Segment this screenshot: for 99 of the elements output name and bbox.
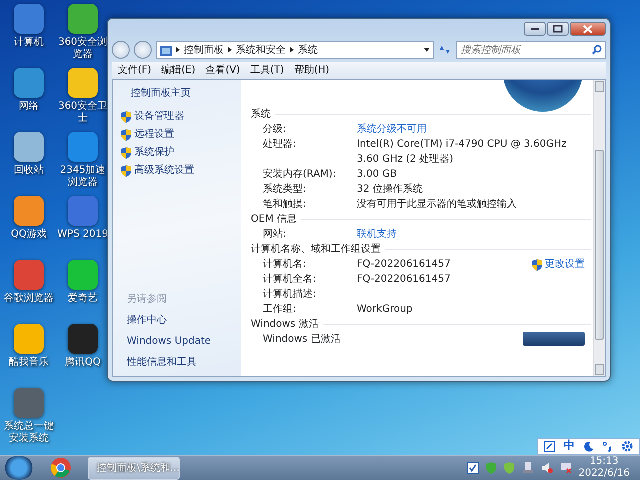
forward-button[interactable] xyxy=(134,41,152,59)
icon-label[interactable]: QQ游戏 xyxy=(2,229,56,241)
icon-label[interactable]: 谷歌浏览器 xyxy=(2,293,56,305)
app-icon[interactable] xyxy=(14,68,44,98)
sidebar-link[interactable]: 控制面板主页 xyxy=(131,86,241,101)
checkbox-icon[interactable] xyxy=(466,462,479,474)
sidebar-link[interactable]: 系统保护 xyxy=(121,145,241,160)
minimize-icon xyxy=(530,27,540,31)
field-value: 32 位操作系统 xyxy=(357,182,424,197)
close-button[interactable] xyxy=(570,22,606,36)
breadcrumb-item[interactable]: 系统和安全 xyxy=(236,42,286,58)
shield-icon xyxy=(532,258,543,270)
icon-label[interactable]: 爱奇艺 xyxy=(56,293,110,305)
field-label: 计算机名: xyxy=(263,258,308,272)
field-label: 笔和触摸: xyxy=(263,198,308,212)
network-icon[interactable] xyxy=(522,462,534,474)
maximize-icon xyxy=(553,25,563,33)
status-text: Windows 已激活 xyxy=(263,333,341,347)
icon-label[interactable]: 360安全卫士 xyxy=(56,101,110,125)
field-label: 分级: xyxy=(263,123,288,137)
field-value: Intel(R) Core(TM) i7-4790 CPU @ 3.60GHz 3.60 GHz (2 处理器) xyxy=(357,138,568,167)
menu-item[interactable]: 编辑(E) xyxy=(162,63,196,78)
search-field[interactable]: 搜索控制面板 xyxy=(456,41,606,59)
monitor-icon[interactable] xyxy=(560,462,572,474)
app-icon[interactable] xyxy=(68,260,98,290)
sidebar-link[interactable]: 远程设置 xyxy=(121,127,241,142)
app-icon[interactable] xyxy=(68,324,98,354)
link[interactable]: 联机支持 xyxy=(357,227,397,242)
start-button[interactable] xyxy=(4,456,34,480)
field-label: 计算机全名: xyxy=(263,272,318,287)
sidebar-link[interactable]: 操作中心 xyxy=(127,313,241,328)
close-icon xyxy=(583,24,593,34)
menu-item[interactable]: 查看(V) xyxy=(206,63,240,78)
icon-label[interactable]: WPS 2019 xyxy=(56,229,110,241)
chevron-icon xyxy=(176,47,180,53)
section-heading: Windows 激活 xyxy=(251,317,591,332)
scrollbar[interactable] xyxy=(593,80,605,376)
breadcrumb-item[interactable]: 系统 xyxy=(298,42,318,58)
refresh-icon[interactable] xyxy=(438,44,452,56)
change-settings-link[interactable]: 更改设置 xyxy=(532,257,585,272)
menu-item[interactable]: 文件(F) xyxy=(118,63,152,78)
icon-label[interactable]: 360安全浏览器 xyxy=(56,37,110,61)
field-label: 处理器: xyxy=(263,138,298,152)
clock-time: 15:13 xyxy=(590,456,619,468)
gear-icon[interactable] xyxy=(622,441,633,452)
field-value: FQ-202206161457 xyxy=(357,273,452,287)
punctuation-icon[interactable] xyxy=(603,442,613,452)
field-value: 3.00 GB xyxy=(357,168,398,182)
search-icon[interactable] xyxy=(592,45,602,55)
shield-icon xyxy=(121,110,132,122)
breadcrumb-item[interactable]: 控制面板 xyxy=(184,42,224,58)
clock-date: 2022/6/16 xyxy=(578,468,630,480)
app-icon[interactable] xyxy=(14,4,44,34)
field-label: 网站: xyxy=(263,228,288,242)
dropdown-icon[interactable] xyxy=(424,48,430,52)
section-heading: 系统 xyxy=(251,107,591,122)
menu-item[interactable]: 工具(T) xyxy=(250,63,284,78)
sidebar-link[interactable]: 设备管理器 xyxy=(121,109,241,124)
shield-icon xyxy=(121,164,132,176)
sidebar-link[interactable]: Windows Update xyxy=(127,334,241,349)
moon-icon[interactable] xyxy=(584,442,594,452)
chevron-icon xyxy=(290,47,294,53)
icon-label[interactable]: 2345加速浏览器 xyxy=(56,165,110,189)
app-icon[interactable] xyxy=(68,68,98,98)
ime-mode[interactable]: 中 xyxy=(564,438,575,455)
field-label: 系统类型: xyxy=(263,182,308,197)
speaker-icon[interactable] xyxy=(540,462,553,474)
menu-item[interactable]: 帮助(H) xyxy=(294,63,330,78)
chevron-icon xyxy=(228,47,232,53)
link[interactable]: 系统分级不可用 xyxy=(357,122,427,137)
section-heading: 计算机名称、域和工作组设置 xyxy=(251,242,591,257)
checkbox-icon[interactable] xyxy=(544,441,555,452)
field-value: 没有可用于此显示器的笔或触控输入 xyxy=(357,198,518,212)
icon-label[interactable]: 计算机 xyxy=(2,37,56,49)
folder-icon xyxy=(160,44,172,56)
field-value: WorkGroup xyxy=(357,303,414,317)
maximize-button[interactable] xyxy=(547,22,569,36)
browser-icon[interactable] xyxy=(50,457,72,479)
app-icon[interactable] xyxy=(14,196,44,226)
field-value: FQ-202206161457 xyxy=(357,258,452,272)
sidebar-link[interactable]: 高级系统设置 xyxy=(121,163,241,178)
app-icon[interactable] xyxy=(14,132,44,162)
app-icon[interactable] xyxy=(14,324,44,354)
shield-icon xyxy=(121,146,132,158)
shield-icon xyxy=(121,128,132,140)
icon-label[interactable]: 网络 xyxy=(2,101,56,113)
section-heading: 另请参阅 xyxy=(127,292,168,307)
back-button[interactable] xyxy=(112,41,130,59)
icon-label[interactable]: 回收站 xyxy=(2,165,56,177)
field-label: 工作组: xyxy=(263,303,298,317)
field-label: 安装内存(RAM): xyxy=(263,168,338,182)
genuine-badge xyxy=(523,332,585,346)
address-bar[interactable]: 控制面板 系统和安全 系统 xyxy=(156,41,434,59)
icon-label[interactable]: 酷我音乐 xyxy=(2,357,56,369)
minimize-button[interactable] xyxy=(524,22,546,36)
field-label: 计算机描述: xyxy=(263,288,318,302)
app-icon[interactable] xyxy=(68,4,98,34)
sidebar-link[interactable]: 性能信息和工具 xyxy=(127,355,241,370)
section-heading: OEM 信息 xyxy=(251,212,591,227)
